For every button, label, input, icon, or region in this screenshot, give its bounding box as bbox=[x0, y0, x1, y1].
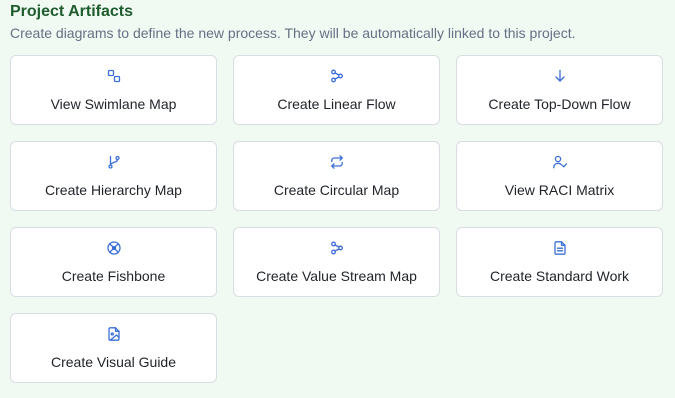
artifact-label: View RACI Matrix bbox=[504, 182, 615, 198]
document-icon bbox=[552, 240, 568, 256]
artifact-label: Create Hierarchy Map bbox=[45, 182, 182, 198]
image-file-icon bbox=[106, 326, 122, 342]
artifact-label: Create Visual Guide bbox=[50, 354, 177, 370]
artifact-label: Create Top-Down Flow bbox=[488, 96, 631, 112]
view-raci-matrix-button[interactable]: View RACI Matrix bbox=[456, 141, 663, 211]
fishbone-icon bbox=[106, 240, 122, 256]
artifact-label: Create Fishbone bbox=[61, 268, 166, 284]
section-subtitle: Create diagrams to define the new proces… bbox=[10, 25, 576, 41]
create-top-down-flow-button[interactable]: Create Top-Down Flow bbox=[456, 55, 663, 125]
artifact-label: Create Linear Flow bbox=[277, 96, 396, 112]
git-branch-icon bbox=[106, 154, 122, 170]
create-value-stream-map-button[interactable]: Create Value Stream Map bbox=[233, 227, 440, 297]
section-title: Project Artifacts bbox=[10, 3, 133, 20]
user-check-icon bbox=[552, 154, 568, 170]
create-linear-flow-button[interactable]: Create Linear Flow bbox=[233, 55, 440, 125]
create-circular-map-button[interactable]: Create Circular Map bbox=[233, 141, 440, 211]
artifact-grid: View Swimlane Map Create Linear Flow Cre… bbox=[10, 55, 663, 383]
arrow-down-icon bbox=[552, 68, 568, 84]
view-swimlane-map-button[interactable]: View Swimlane Map bbox=[10, 55, 217, 125]
swimlane-icon bbox=[106, 68, 122, 84]
create-visual-guide-button[interactable]: Create Visual Guide bbox=[10, 313, 217, 383]
create-hierarchy-map-button[interactable]: Create Hierarchy Map bbox=[10, 141, 217, 211]
create-fishbone-button[interactable]: Create Fishbone bbox=[10, 227, 217, 297]
project-artifacts-panel: Project Artifacts Create diagrams to def… bbox=[0, 0, 675, 398]
linear-flow-icon bbox=[329, 68, 345, 84]
repeat-icon bbox=[329, 154, 345, 170]
create-standard-work-button[interactable]: Create Standard Work bbox=[456, 227, 663, 297]
artifact-label: Create Circular Map bbox=[273, 182, 400, 198]
artifact-label: Create Value Stream Map bbox=[256, 268, 417, 284]
artifact-label: Create Standard Work bbox=[489, 268, 630, 284]
artifact-label: View Swimlane Map bbox=[50, 96, 177, 112]
value-stream-icon bbox=[329, 240, 345, 256]
